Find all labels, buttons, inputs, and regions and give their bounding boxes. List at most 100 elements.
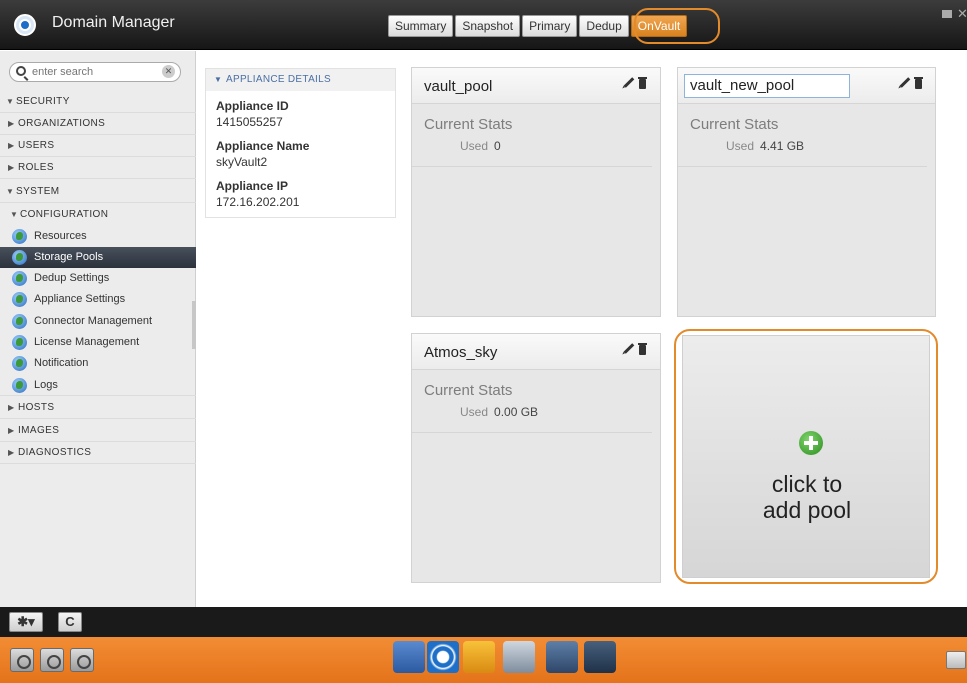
expand-right-icon: ▶ xyxy=(8,141,15,150)
globe-icon xyxy=(12,292,27,307)
app-launcher-domain-manager-icon[interactable] xyxy=(427,641,459,673)
app-launcher-dashboard-icon[interactable] xyxy=(393,641,425,673)
nav-security-label: SECURITY xyxy=(16,96,70,107)
appliance-id-value: 1415055257 xyxy=(216,115,283,129)
pool-card-vault-pool: vault_pool Current Stats Used 0 xyxy=(411,67,661,317)
add-pool-text-line1: click to xyxy=(771,471,843,497)
nav-item-notification[interactable]: Notification xyxy=(0,353,196,374)
nav-item-dedup-settings[interactable]: Dedup Settings xyxy=(0,268,196,289)
edit-pencil-icon[interactable] xyxy=(899,77,911,88)
app-launcher-report-icon[interactable] xyxy=(546,641,578,673)
app-logo-icon xyxy=(14,14,36,36)
nav-item-label: Connector Management xyxy=(34,315,153,327)
nav-configuration[interactable]: ▼ CONFIGURATION xyxy=(0,204,196,226)
expand-right-icon: ▶ xyxy=(8,403,15,412)
appliance-ip-value: 172.16.202.201 xyxy=(216,195,300,209)
nav-item-resources[interactable]: Resources xyxy=(0,226,196,247)
app-launcher-connector-icon[interactable] xyxy=(503,641,535,673)
app-header: Domain Manager Summary Snapshot Primary … xyxy=(0,0,967,50)
nav-item-label: Appliance Settings xyxy=(34,293,126,305)
nav-item-appliance-settings[interactable]: Appliance Settings xyxy=(0,289,196,310)
tab-summary[interactable]: Summary xyxy=(388,15,454,37)
nav-item-license-management[interactable]: License Management xyxy=(0,332,196,353)
used-stat: Used 0 xyxy=(460,139,501,153)
app-title: Domain Manager xyxy=(52,14,175,31)
appliance-name-value: skyVault2 xyxy=(216,155,268,169)
expand-right-icon: ▶ xyxy=(8,163,15,172)
nav-users[interactable]: ▶ USERS xyxy=(0,135,196,157)
settings-gear-icon[interactable] xyxy=(40,648,64,672)
nav-diagnostics[interactable]: ▶ DIAGNOSTICS xyxy=(0,442,196,464)
nav-organizations[interactable]: ▶ ORGANIZATIONS xyxy=(0,113,196,135)
bottom-toolbar: ✱▾ C xyxy=(0,607,967,637)
pool-card-vault-new-pool: vault_new_pool Current Stats Used 4.41 GB xyxy=(677,67,936,317)
delete-trash-icon[interactable] xyxy=(638,77,647,89)
expand-down-icon: ▼ xyxy=(6,187,15,196)
nav-item-label: License Management xyxy=(34,336,140,348)
appliance-details-title: APPLIANCE DETAILS xyxy=(226,74,331,85)
app-launcher-monitor-icon[interactable] xyxy=(584,641,616,673)
add-pool-text-line2: add pool xyxy=(762,497,852,523)
nav-images[interactable]: ▶ IMAGES xyxy=(0,420,196,442)
nav-users-label: USERS xyxy=(18,140,55,151)
search-input[interactable] xyxy=(32,65,152,79)
pool-name: Atmos_sky xyxy=(424,344,498,361)
nav-diagnostics-label: DIAGNOSTICS xyxy=(18,447,92,458)
nav-item-connector-management[interactable]: Connector Management xyxy=(0,311,196,332)
minimize-icon[interactable] xyxy=(942,10,952,18)
app-launcher-storage-icon[interactable] xyxy=(463,641,495,673)
nav-item-label: Storage Pools xyxy=(34,251,104,263)
main-content: ▼ APPLIANCE DETAILS Appliance ID 1415055… xyxy=(197,51,967,607)
current-stats-title: Current Stats xyxy=(424,382,513,399)
nav-configuration-label: CONFIGURATION xyxy=(20,209,109,220)
nav-system[interactable]: ▼ SYSTEM xyxy=(0,181,196,203)
nav-item-logs[interactable]: Logs xyxy=(0,375,196,396)
nav-security[interactable]: ▼ SECURITY xyxy=(0,91,196,113)
expand-right-icon: ▶ xyxy=(8,448,15,457)
globe-icon xyxy=(12,271,27,286)
divider xyxy=(678,166,927,167)
nav-hosts[interactable]: ▶ HOSTS xyxy=(0,397,196,419)
globe-icon xyxy=(12,356,27,371)
divider xyxy=(412,166,652,167)
expand-down-icon: ▼ xyxy=(6,97,15,106)
nav-images-label: IMAGES xyxy=(18,425,60,436)
refresh-button[interactable]: C xyxy=(58,612,82,632)
used-label: Used xyxy=(460,405,489,419)
tab-dedup[interactable]: Dedup xyxy=(579,15,629,37)
lock-icon[interactable] xyxy=(10,648,34,672)
expand-right-icon: ▶ xyxy=(8,119,15,128)
nav-organizations-label: ORGANIZATIONS xyxy=(18,118,106,129)
nav-item-storage-pools[interactable]: Storage Pools xyxy=(0,247,196,268)
nav-system-label: SYSTEM xyxy=(16,186,60,197)
used-value: 0 xyxy=(494,139,501,153)
nav-item-label: Notification xyxy=(34,357,89,369)
delete-trash-icon[interactable] xyxy=(914,77,923,89)
edit-pencil-icon[interactable] xyxy=(623,343,635,354)
nav-roles[interactable]: ▶ ROLES xyxy=(0,157,196,179)
tab-snapshot[interactable]: Snapshot xyxy=(455,15,521,37)
appliance-name-label: Appliance Name xyxy=(216,139,310,153)
used-label: Used xyxy=(460,139,489,153)
help-book-icon[interactable] xyxy=(946,651,966,669)
close-icon[interactable]: ✕ xyxy=(957,6,967,22)
search-box: ✕ xyxy=(9,62,181,82)
nav-hosts-label: HOSTS xyxy=(18,402,55,413)
appliance-details-header[interactable]: ▼ APPLIANCE DETAILS xyxy=(206,69,395,91)
add-pool-button[interactable]: click to add pool xyxy=(674,329,938,584)
pool-name-input[interactable]: vault_new_pool xyxy=(684,74,850,98)
appliance-id-label: Appliance ID xyxy=(216,99,289,113)
add-pool-card[interactable]: click to add pool xyxy=(682,335,930,578)
clear-search-icon[interactable]: ✕ xyxy=(162,65,175,78)
divider xyxy=(412,432,652,433)
gear-menu-button[interactable]: ✱▾ xyxy=(9,612,43,632)
nav-item-label: Dedup Settings xyxy=(34,272,110,284)
delete-trash-icon[interactable] xyxy=(638,343,647,355)
sidebar-resize-handle[interactable] xyxy=(192,301,196,349)
nav-item-label: Resources xyxy=(34,230,87,242)
tab-primary[interactable]: Primary xyxy=(522,15,578,37)
appliance-details-panel: ▼ APPLIANCE DETAILS Appliance ID 1415055… xyxy=(205,68,396,218)
tools-icon[interactable] xyxy=(70,648,94,672)
pool-card-header: vault_pool xyxy=(412,68,660,104)
edit-pencil-icon[interactable] xyxy=(623,77,635,88)
